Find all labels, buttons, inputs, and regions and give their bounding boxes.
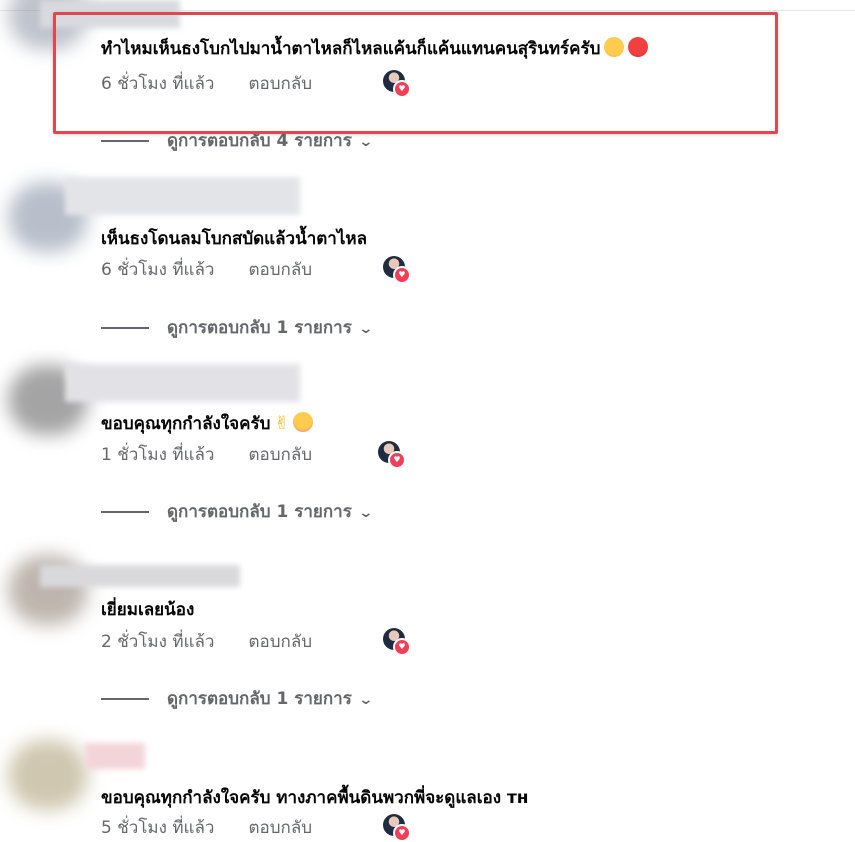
comment-meta: 2 ชั่วโมง ที่แล้ว ตอบกลับ — [101, 628, 312, 655]
reply-button[interactable]: ตอบกลับ — [248, 628, 312, 655]
chevron-down-icon: ⌄ — [358, 134, 374, 150]
avatar[interactable] — [8, 740, 88, 810]
commenter-name-redacted — [85, 743, 145, 769]
victory-hand-emoji: ✌ — [274, 413, 290, 434]
view-replies-label: ดูการตอบกลับ 1 รายการ — [167, 689, 352, 709]
chevron-down-icon: ⌄ — [358, 321, 374, 337]
reply-button[interactable]: ตอบกลับ — [248, 441, 312, 468]
chevron-down-icon: ⌄ — [358, 505, 374, 521]
heart-reaction-icon: ♥ — [393, 824, 411, 842]
comment-text-content: ขอบคุณทุกกำลังใจครับ — [101, 414, 271, 434]
commenter-name-redacted — [65, 364, 300, 402]
commenter-name-redacted — [40, 565, 240, 587]
commenter-name-redacted — [65, 177, 300, 215]
view-replies-button[interactable]: ดูการตอบกลับ 1 รายการ ⌄ — [101, 498, 374, 525]
replies-divider — [101, 511, 149, 513]
timestamp[interactable]: 1 ชั่วโมง ที่แล้ว — [101, 441, 214, 468]
comment-meta: 1 ชั่วโมง ที่แล้ว ตอบกลับ — [101, 441, 312, 468]
reactor-avatar[interactable]: ♥ — [383, 628, 411, 656]
smiling-face-with-hearts-emoji — [293, 412, 314, 432]
view-replies-label: ดูการตอบกลับ 1 รายการ — [167, 318, 352, 338]
replies-divider — [101, 327, 149, 329]
replies-divider — [101, 140, 149, 142]
comment-text: ขอบคุณทุกกำลังใจครับ ทางภาคพื้นดินพวกพี่… — [101, 788, 529, 808]
heart-reaction-icon: ♥ — [393, 266, 411, 284]
comment-meta: 6 ชั่วโมง ที่แล้ว ตอบกลับ — [101, 256, 312, 283]
heart-reaction-icon: ♥ — [388, 451, 406, 469]
comment-text: เห็นธงโดนลมโบกสบัดแล้วน้ำตาไหล — [101, 229, 367, 249]
reply-button[interactable]: ตอบกลับ — [248, 256, 312, 283]
comment-meta: 5 ชั่วโมง ที่แล้ว ตอบกลับ — [101, 814, 312, 841]
timestamp[interactable]: 5 ชั่วโมง ที่แล้ว — [101, 814, 214, 841]
timestamp[interactable]: 2 ชั่วโมง ที่แล้ว — [101, 628, 214, 655]
view-replies-label: ดูการตอบกลับ 1 รายการ — [167, 502, 352, 522]
reply-button[interactable]: ตอบกลับ — [248, 814, 312, 841]
view-replies-button[interactable]: ดูการตอบกลับ 1 รายการ ⌄ — [101, 314, 374, 341]
highlight-box — [53, 12, 778, 134]
comment-text: เยี่ยมเลยน้อง — [101, 600, 195, 620]
view-replies-label: ดูการตอบกลับ 4 รายการ — [167, 131, 352, 151]
replies-divider — [101, 698, 149, 700]
timestamp[interactable]: 6 ชั่วโมง ที่แล้ว — [101, 256, 214, 283]
heart-reaction-icon: ♥ — [393, 638, 411, 656]
view-replies-button[interactable]: ดูการตอบกลับ 1 รายการ ⌄ — [101, 685, 374, 712]
chevron-down-icon: ⌄ — [358, 692, 374, 708]
reactor-avatar[interactable]: ♥ — [383, 256, 411, 284]
comment-text: ขอบคุณทุกกำลังใจครับ ✌ — [101, 410, 314, 437]
reactor-avatar[interactable]: ♥ — [383, 814, 411, 842]
reactor-avatar[interactable]: ♥ — [378, 441, 406, 469]
